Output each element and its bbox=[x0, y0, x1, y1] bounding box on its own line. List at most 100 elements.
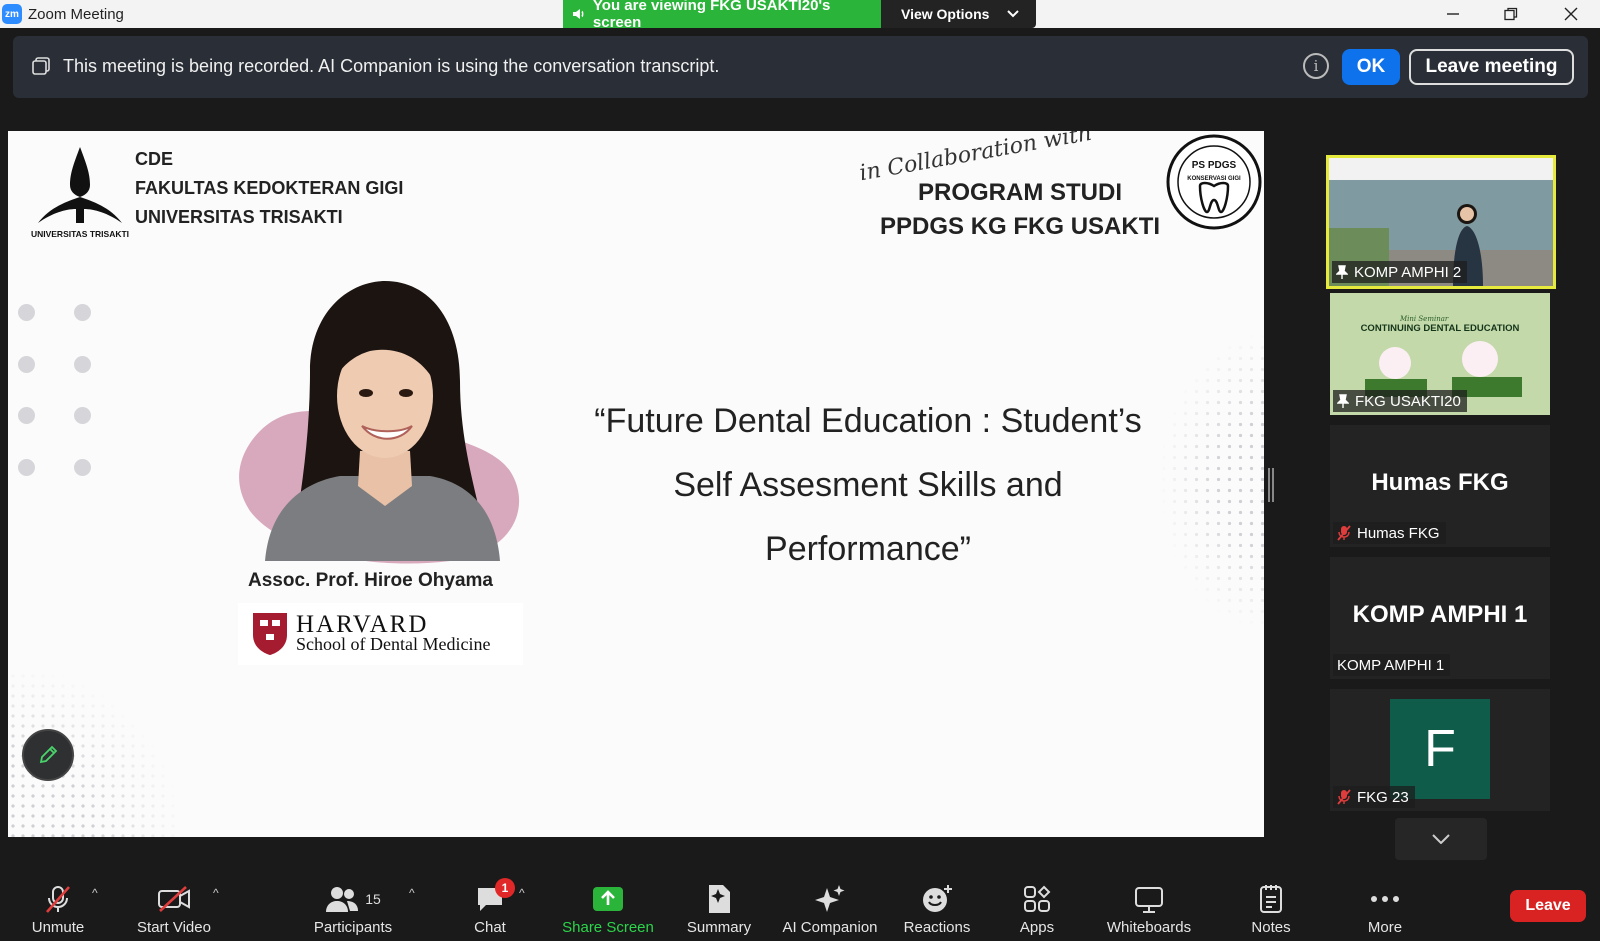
pencil-icon bbox=[39, 745, 58, 764]
chevron-down-icon bbox=[1007, 10, 1020, 18]
notes-button[interactable]: Notes bbox=[1244, 876, 1298, 941]
apps-button[interactable]: Apps bbox=[1012, 876, 1062, 941]
summary-button[interactable]: Summary bbox=[683, 876, 755, 941]
decorative-dot bbox=[18, 304, 35, 321]
program-line-1: PROGRAM STUDI bbox=[918, 179, 1122, 206]
chevron-down-icon bbox=[1432, 834, 1450, 844]
reactions-label: Reactions bbox=[903, 919, 971, 936]
panel-resize-handle[interactable] bbox=[1268, 468, 1274, 502]
whiteboards-label: Whiteboards bbox=[1106, 919, 1192, 936]
share-screen-label: Share Screen bbox=[562, 919, 654, 936]
notes-label: Notes bbox=[1251, 919, 1291, 936]
participants-options-caret[interactable]: ^ bbox=[409, 886, 415, 900]
unmute-label: Unmute bbox=[31, 919, 85, 936]
reactions-button[interactable]: Reactions bbox=[902, 876, 972, 941]
participant-tile[interactable]: Humas FKG Humas FKG bbox=[1330, 425, 1550, 547]
participant-display-name: KOMP AMPHI 1 bbox=[1352, 601, 1528, 628]
participant-tile[interactable]: KOMP AMPHI 1 KOMP AMPHI 1 bbox=[1330, 557, 1550, 679]
tile-name-label: KOMP AMPHI 1 bbox=[1333, 654, 1451, 676]
participants-label: Participants bbox=[313, 919, 393, 936]
thumb-series: Mini Seminar bbox=[1399, 315, 1449, 323]
copy-icon bbox=[32, 57, 50, 75]
title-bar: zm Zoom Meeting You are viewing FKG USAK… bbox=[0, 0, 1600, 31]
window-title: Zoom Meeting bbox=[28, 6, 124, 23]
chat-icon: 1 bbox=[475, 878, 515, 916]
more-label: More bbox=[1367, 919, 1403, 936]
ps-pdgs-logo: PS PDGS KONSERVASI GIGI bbox=[1166, 134, 1262, 230]
leave-meeting-button[interactable]: Leave meeting bbox=[1409, 49, 1574, 85]
universitas-trisakti-logo: UNIVERSITAS TRISAKTI bbox=[31, 147, 129, 239]
annotate-button[interactable] bbox=[22, 729, 74, 781]
start-video-button[interactable]: Start Video bbox=[130, 876, 218, 941]
minimize-button[interactable] bbox=[1430, 0, 1476, 28]
ok-button[interactable]: OK bbox=[1342, 49, 1400, 85]
halftone-pattern bbox=[1158, 331, 1264, 631]
pdgs-logo-sub: KONSERVASI GIGI bbox=[1187, 176, 1241, 182]
shared-screen: UNIVERSITAS TRISAKTI CDE FAKULTAS KEDOKT… bbox=[8, 131, 1264, 837]
participant-name: KOMP AMPHI 1 bbox=[1337, 656, 1445, 674]
ai-companion-button[interactable]: AI Companion bbox=[776, 876, 884, 941]
tile-name-label: Humas FKG bbox=[1333, 522, 1446, 544]
whiteboards-button[interactable]: Whiteboards bbox=[1103, 876, 1195, 941]
zoom-window: zm Zoom Meeting You are viewing FKG USAK… bbox=[0, 0, 1600, 941]
video-off-icon bbox=[157, 882, 191, 916]
harvard-subtitle: School of Dental Medicine bbox=[296, 634, 491, 654]
decorative-dot bbox=[74, 459, 91, 476]
video-options-caret[interactable]: ^ bbox=[213, 886, 219, 900]
more-button[interactable]: More bbox=[1360, 876, 1410, 941]
chat-options-caret[interactable]: ^ bbox=[519, 886, 525, 900]
summary-label: Summary bbox=[686, 919, 752, 936]
participants-button[interactable]: 15 Participants bbox=[305, 876, 401, 941]
gallery-scroll-down-button[interactable] bbox=[1395, 818, 1487, 860]
tile-name-label: FKG 23 bbox=[1333, 786, 1415, 808]
participant-display-name: Humas FKG bbox=[1371, 469, 1509, 496]
participant-tile[interactable]: F FKG 23 bbox=[1330, 689, 1550, 811]
muted-mic-icon bbox=[1337, 525, 1351, 541]
audio-options-caret[interactable]: ^ bbox=[92, 886, 98, 900]
more-dots-icon bbox=[1370, 882, 1400, 916]
chat-label: Chat bbox=[474, 919, 506, 936]
participant-name: KOMP AMPHI 2 bbox=[1354, 263, 1462, 281]
muted-mic-icon bbox=[43, 882, 73, 916]
pin-icon bbox=[1336, 265, 1348, 279]
info-icon[interactable]: i bbox=[1303, 53, 1329, 79]
participant-name: Humas FKG bbox=[1357, 524, 1440, 542]
close-button[interactable] bbox=[1548, 0, 1594, 28]
talk-title-line: Self Assesment Skills and bbox=[673, 466, 1063, 504]
recording-message: This meeting is being recorded. AI Compa… bbox=[63, 56, 720, 76]
sparkle-icon bbox=[814, 882, 846, 916]
unmute-button[interactable]: Unmute bbox=[22, 876, 94, 941]
apps-icon bbox=[1023, 882, 1051, 916]
ut-logo-caption: UNIVERSITAS TRISAKTI bbox=[31, 229, 129, 239]
start-video-label: Start Video bbox=[137, 919, 211, 936]
speaker-portrait bbox=[239, 281, 520, 564]
program-line-2: PPDGS KG FKG USAKTI bbox=[880, 213, 1161, 240]
leave-button[interactable]: Leave bbox=[1510, 890, 1586, 922]
share-screen-button[interactable]: Share Screen bbox=[558, 876, 658, 941]
minimize-icon bbox=[1447, 13, 1459, 15]
institution-line: UNIVERSITAS TRISAKTI bbox=[135, 207, 343, 227]
institution-line: FAKULTAS KEDOKTERAN GIGI bbox=[135, 178, 404, 198]
restore-button[interactable] bbox=[1488, 0, 1534, 28]
participant-tile[interactable]: KOMP AMPHI 2 bbox=[1326, 155, 1556, 289]
thumb-title: CONTINUING DENTAL EDUCATION bbox=[1361, 323, 1520, 334]
muted-mic-icon bbox=[1337, 789, 1351, 805]
institution-header: CDE FAKULTAS KEDOKTERAN GIGI UNIVERSITAS… bbox=[135, 145, 403, 232]
close-icon bbox=[1564, 7, 1578, 21]
harvard-logo: HARVARD School of Dental Medicine bbox=[238, 603, 523, 665]
decorative-dot bbox=[74, 304, 91, 321]
decorative-dot bbox=[18, 459, 35, 476]
viewing-banner-text: You are viewing FKG USAKTI20's screen bbox=[592, 0, 831, 31]
harvard-shield-icon bbox=[253, 613, 287, 655]
view-options-label: View Options bbox=[901, 6, 990, 22]
chat-button[interactable]: 1 Chat bbox=[462, 876, 518, 941]
view-options-button[interactable]: View Options bbox=[881, 0, 1036, 28]
restore-icon bbox=[1504, 7, 1518, 21]
decorative-dot bbox=[74, 407, 91, 424]
summary-icon bbox=[706, 882, 732, 916]
decorative-dot bbox=[18, 407, 35, 424]
speaker-name: Assoc. Prof. Hiroe Ohyama bbox=[248, 570, 493, 591]
decorative-dot bbox=[74, 356, 91, 373]
tile-name-label: KOMP AMPHI 2 bbox=[1332, 261, 1468, 283]
participant-tile[interactable]: Mini Seminar CONTINUING DENTAL EDUCATION… bbox=[1330, 293, 1550, 415]
